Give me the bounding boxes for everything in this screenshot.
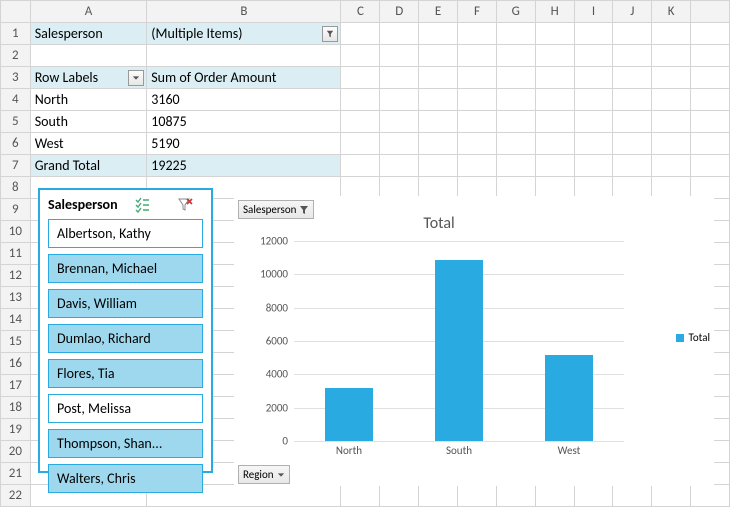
slicer-item[interactable]: Davis, William bbox=[48, 289, 203, 318]
select-all-cell[interactable] bbox=[1, 1, 31, 23]
slicer-title: Salesperson bbox=[48, 196, 118, 213]
slicer-item[interactable]: Thompson, Shan... bbox=[48, 429, 203, 458]
row-header-21[interactable]: 21 bbox=[1, 463, 31, 485]
pivot-filter-field[interactable]: Salesperson bbox=[30, 23, 147, 45]
slicer-item[interactable]: Walters, Chris bbox=[48, 464, 203, 493]
slicer-salesperson[interactable]: Salesperson Albertson, Kathy Brennan, Mic… bbox=[38, 188, 213, 473]
pivot-row-value[interactable]: 10875 bbox=[147, 111, 341, 133]
row-header-6[interactable]: 6 bbox=[1, 133, 31, 155]
col-header-e[interactable]: E bbox=[419, 1, 458, 23]
col-header-h[interactable]: H bbox=[535, 1, 574, 23]
pivot-row-value[interactable]: 3160 bbox=[147, 89, 341, 111]
clear-filter-icon[interactable] bbox=[166, 197, 203, 213]
pivot-row-label[interactable]: West bbox=[30, 133, 147, 155]
slicer-item[interactable]: Dumlao, Richard bbox=[48, 324, 203, 353]
row-labels-dropdown-icon[interactable] bbox=[128, 70, 144, 86]
row-header-16[interactable]: 16 bbox=[1, 353, 31, 375]
slicer-item[interactable]: Post, Melissa bbox=[48, 394, 203, 423]
col-header-j[interactable]: J bbox=[613, 1, 652, 23]
row-header-13[interactable]: 13 bbox=[1, 287, 31, 309]
row-header-18[interactable]: 18 bbox=[1, 397, 31, 419]
filter-dropdown-icon[interactable] bbox=[322, 26, 338, 42]
col-header-k[interactable]: K bbox=[652, 1, 691, 23]
row-header-3[interactable]: 3 bbox=[1, 67, 31, 89]
pivot-row-label[interactable]: North bbox=[30, 89, 147, 111]
col-header-f[interactable]: F bbox=[458, 1, 497, 23]
row-header-11[interactable]: 11 bbox=[1, 243, 31, 265]
col-header-b[interactable]: B bbox=[147, 1, 341, 23]
row-header-1[interactable]: 1 bbox=[1, 23, 31, 45]
row-header-17[interactable]: 17 bbox=[1, 375, 31, 397]
row-header-5[interactable]: 5 bbox=[1, 111, 31, 133]
multi-select-icon[interactable] bbox=[124, 197, 161, 213]
pivot-grand-total-label[interactable]: Grand Total bbox=[30, 155, 147, 177]
chart-axis-button[interactable]: Region bbox=[238, 465, 290, 484]
plot-area bbox=[294, 241, 624, 441]
row-header-15[interactable]: 15 bbox=[1, 331, 31, 353]
x-axis: NorthSouthWest bbox=[294, 444, 624, 462]
pivot-filter-value: (Multiple Items) bbox=[151, 25, 242, 42]
row-header-10[interactable]: 10 bbox=[1, 221, 31, 243]
pivot-chart[interactable]: Salesperson Region Total 020004000600080… bbox=[234, 196, 714, 486]
row-header-12[interactable]: 12 bbox=[1, 265, 31, 287]
row-header-8[interactable]: 8 bbox=[1, 177, 31, 199]
chart-bar bbox=[545, 355, 593, 442]
legend-label: Total bbox=[688, 331, 710, 344]
chart-legend: Total bbox=[676, 331, 710, 344]
col-header-blank[interactable] bbox=[691, 1, 730, 23]
col-header-d[interactable]: D bbox=[380, 1, 419, 23]
chart-bar bbox=[325, 388, 373, 441]
col-header-c[interactable]: C bbox=[341, 1, 380, 23]
row-header-2[interactable]: 2 bbox=[1, 45, 31, 67]
row-header-19[interactable]: 19 bbox=[1, 419, 31, 441]
row-header-14[interactable]: 14 bbox=[1, 309, 31, 331]
col-header-a[interactable]: A bbox=[30, 1, 147, 23]
chevron-down-icon bbox=[277, 471, 285, 479]
pivot-grand-total-value[interactable]: 19225 bbox=[147, 155, 341, 177]
row-header-7[interactable]: 7 bbox=[1, 155, 31, 177]
legend-swatch bbox=[676, 334, 684, 342]
row-header-22[interactable]: 22 bbox=[1, 485, 31, 507]
pivot-row-label[interactable]: South bbox=[30, 111, 147, 133]
pivot-row-labels-header: Row Labels bbox=[35, 69, 98, 86]
pivot-filter-value-cell[interactable]: (Multiple Items) bbox=[147, 23, 341, 45]
pivot-row-value[interactable]: 5190 bbox=[147, 133, 341, 155]
row-header-4[interactable]: 4 bbox=[1, 89, 31, 111]
row-header-20[interactable]: 20 bbox=[1, 441, 31, 463]
chart-bar bbox=[435, 260, 483, 441]
slicer-item[interactable]: Albertson, Kathy bbox=[48, 219, 203, 248]
chart-title: Total bbox=[234, 214, 644, 233]
col-header-i[interactable]: I bbox=[574, 1, 613, 23]
slicer-item[interactable]: Brennan, Michael bbox=[48, 254, 203, 283]
col-header-g[interactable]: G bbox=[496, 1, 535, 23]
pivot-value-header[interactable]: Sum of Order Amount bbox=[147, 67, 341, 89]
funnel-icon bbox=[299, 205, 309, 215]
slicer-item[interactable]: Flores, Tia bbox=[48, 359, 203, 388]
row-header-9[interactable]: 9 bbox=[1, 199, 31, 221]
pivot-row-labels-header-cell[interactable]: Row Labels bbox=[30, 67, 147, 89]
y-axis: 020004000600080001000012000 bbox=[254, 241, 292, 441]
